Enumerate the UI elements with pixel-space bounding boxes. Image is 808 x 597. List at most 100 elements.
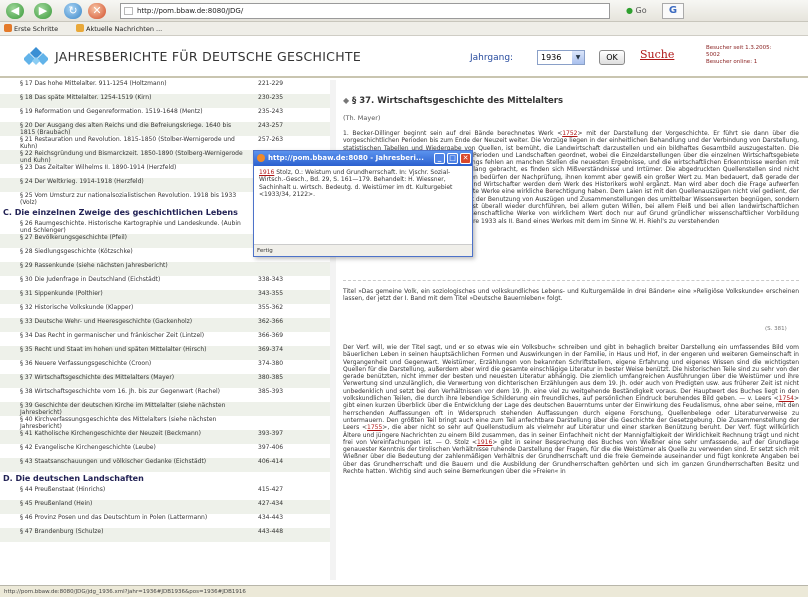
- toc-row-title[interactable]: § 36 Neuere Verfassungsgeschichte (Croon…: [20, 360, 245, 367]
- toc-row[interactable]: § 46 Provinz Posen und das Deutschtum in…: [0, 514, 336, 528]
- toc-row-title[interactable]: § 27 Bevölkerungsgeschichte (Pfeil): [20, 234, 245, 241]
- toc-row-title[interactable]: § 24 Der Weltkrieg. 1914-1918 (Herzfeld): [20, 178, 245, 185]
- toc-row-title[interactable]: § 35 Recht und Staat im hohen und späten…: [20, 346, 245, 353]
- toc-row-pages: 257-263: [258, 136, 284, 143]
- visitor-line: Besucher seit 1.3.2005:: [706, 45, 772, 51]
- close-button[interactable]: ✕: [460, 153, 471, 164]
- toc-row[interactable]: § 47 Brandenburg (Schulze) 443-448: [0, 528, 336, 542]
- toc-row-title[interactable]: § 31 Sippenkunde (Polthier): [20, 290, 245, 297]
- toc-row[interactable]: § 42 Evangelische Kirchengeschichte (Leu…: [0, 444, 336, 458]
- toc-row[interactable]: § 41 Katholische Kirchengeschichte der N…: [0, 430, 336, 444]
- chevron-down-icon: ▼: [572, 51, 584, 64]
- toc-row-pages: 230-235: [258, 94, 284, 101]
- toc-row-title[interactable]: § 44 Preußenstaat (Hinrichs): [20, 486, 245, 493]
- toc-row-title[interactable]: § 26 Raumgeschichte. Historische Kartogr…: [20, 220, 245, 234]
- toc-row[interactable]: § 35 Recht und Staat im hohen und späten…: [0, 346, 336, 360]
- visitor-counter: Besucher seit 1.3.2005: 5002 Besucher on…: [706, 45, 804, 66]
- toc-row[interactable]: § 31 Sippenkunde (Polthier) 343-355: [0, 290, 336, 304]
- ok-button[interactable]: OK: [599, 50, 625, 65]
- reference-link[interactable]: 1752: [562, 130, 577, 137]
- go-button[interactable]: ● Go: [626, 3, 647, 19]
- toc-row-pages: 362-366: [258, 318, 284, 325]
- forward-button[interactable]: ▶: [34, 3, 52, 19]
- toc-row-title[interactable]: § 20 Der Ausgang des alten Reichs und di…: [20, 122, 245, 136]
- firefox-icon: [4, 24, 12, 32]
- toc-row[interactable]: § 30 Die Judenfrage in Deutschland (Eich…: [0, 276, 336, 290]
- toc-row-title[interactable]: § 41 Katholische Kirchengeschichte der N…: [20, 430, 245, 437]
- toc-row-pages: 415-427: [258, 486, 284, 493]
- toc-row[interactable]: § 39 Geschichte der deutschen Kirche im …: [0, 402, 336, 416]
- maximize-button[interactable]: □: [447, 153, 458, 164]
- toc-row-title[interactable]: § 37 Wirtschaftsgeschichte des Mittelalt…: [20, 374, 245, 381]
- stop-button[interactable]: ✕: [88, 3, 106, 19]
- reload-button[interactable]: ↻: [64, 3, 82, 19]
- address-bar[interactable]: http://pom.bbaw.de:8080/JDG/: [120, 3, 610, 19]
- toc-row[interactable]: § 44 Preußenstaat (Hinrichs) 415-427: [0, 486, 336, 500]
- popup-titlebar[interactable]: http://pom.bbaw.de:8080 - Jahresberi... …: [254, 151, 472, 166]
- toc-row-title[interactable]: § 40 Kirchverfassungsgeschichte des Mitt…: [20, 416, 245, 430]
- toc-row-title[interactable]: § 22 Reichsgründung und Bismarckzeit. 18…: [20, 150, 245, 164]
- search-engine-icon[interactable]: G: [662, 3, 684, 19]
- toc-row[interactable]: § 40 Kirchverfassungsgeschichte des Mitt…: [0, 416, 336, 430]
- toc-row-pages: 385-393: [258, 388, 284, 395]
- toc-row-pages: 393-397: [258, 430, 284, 437]
- toc-row[interactable]: § 29 Rassenkunde (siehe nächsten Jahresb…: [0, 262, 336, 276]
- toc-row-title[interactable]: § 21 Restauration und Revolution. 1815-1…: [20, 136, 245, 150]
- popup-body: 1916 Stolz, O.: Weistum und Grundherrsch…: [254, 166, 472, 244]
- toc-row-title[interactable]: § 19 Reformation und Gegenreformation. 1…: [20, 108, 245, 115]
- toc-row[interactable]: § 19 Reformation und Gegenreformation. 1…: [0, 108, 336, 122]
- toc-row[interactable]: § 33 Deutsche Wehr- und Heeresgeschichte…: [0, 318, 336, 332]
- reference-link[interactable]: 1916: [259, 169, 274, 176]
- toc-row-title[interactable]: § 25 Vom Umsturz zur nationalsozialistis…: [20, 192, 245, 206]
- toc-row[interactable]: § 45 Preußenland (Hein) 427-434: [0, 500, 336, 514]
- reference-link[interactable]: 1754: [779, 395, 794, 402]
- toc-list-d: § 44 Preußenstaat (Hinrichs) 415-427 § 45 …: [0, 486, 336, 542]
- toc-row-title[interactable]: § 29 Rassenkunde (siehe nächsten Jahresb…: [20, 262, 245, 269]
- toc-row-pages: 443-448: [258, 528, 284, 535]
- site-header: JAHRESBERICHTE FÜR DEUTSCHE GESCHICHTE J…: [0, 37, 808, 78]
- toc-row[interactable]: § 32 Historische Volkskunde (Klapper) 355…: [0, 304, 336, 318]
- toc-row-title[interactable]: § 33 Deutsche Wehr- und Heeresgeschichte…: [20, 318, 245, 325]
- toc-row[interactable]: § 17 Das hohe Mittelalter. 911-1254 (Hol…: [0, 80, 336, 94]
- toc-row-pages: 343-355: [258, 290, 284, 297]
- toc-row[interactable]: § 34 Das Recht in germanischer und fränk…: [0, 332, 336, 346]
- toc-list-c: § 26 Raumgeschichte. Historische Kartogr…: [0, 220, 336, 472]
- toc-row-title[interactable]: § 47 Brandenburg (Schulze): [20, 528, 245, 535]
- minimize-button[interactable]: _: [434, 153, 445, 164]
- toc-row-title[interactable]: § 43 Staatsanschauungen und völkischer G…: [20, 458, 245, 465]
- toc-row-pages: 369-374: [258, 346, 284, 353]
- visitor-online: Besucher online: 1: [706, 59, 758, 65]
- toc-row-title[interactable]: § 23 Das Zeitalter Wilhelms II. 1890-191…: [20, 164, 245, 171]
- jahrgang-select[interactable]: 1936 ▼: [537, 50, 585, 65]
- toc-row-title[interactable]: § 46 Provinz Posen und das Deutschtum in…: [20, 514, 245, 521]
- toc-row-title[interactable]: § 32 Historische Volkskunde (Klapper): [20, 304, 245, 311]
- toc-row-pages: 434-443: [258, 514, 284, 521]
- reference-link[interactable]: 1755: [367, 424, 382, 431]
- toc-row-pages: 374-380: [258, 360, 284, 367]
- reference-link[interactable]: 1916: [477, 439, 492, 446]
- bookmark-item-erste[interactable]: Erste Schritte: [4, 22, 58, 36]
- toc-row-title[interactable]: § 17 Das hohe Mittelalter. 911-1254 (Hol…: [20, 80, 245, 87]
- toc-row[interactable]: § 43 Staatsanschauungen und völkischer G…: [0, 458, 336, 472]
- suche-link[interactable]: Suche: [640, 48, 674, 61]
- firefox-icon: [257, 154, 265, 162]
- toc-row[interactable]: § 36 Neuere Verfassungsgeschichte (Croon…: [0, 360, 336, 374]
- toc-row[interactable]: § 21 Restauration und Revolution. 1815-1…: [0, 136, 336, 150]
- bookmark-item-nachrichten[interactable]: Aktuelle Nachrichten ...: [76, 22, 162, 36]
- toc-row-pages: 406-414: [258, 458, 284, 465]
- toc-row[interactable]: § 37 Wirtschaftsgeschichte des Mittelalt…: [0, 374, 336, 388]
- back-button[interactable]: ◀: [6, 3, 24, 19]
- toc-row-title[interactable]: § 38 Wirtschaftsgeschichte vom 16. Jh. b…: [20, 388, 245, 395]
- popup-text: Stolz, O.: Weistum und Grundherrschaft. …: [259, 169, 453, 198]
- toc-row-title[interactable]: § 30 Die Judenfrage in Deutschland (Eich…: [20, 276, 245, 283]
- toc-row[interactable]: § 20 Der Ausgang des alten Reichs und di…: [0, 122, 336, 136]
- toc-row-title[interactable]: § 18 Das späte Mittelalter. 1254-1519 (K…: [20, 94, 245, 101]
- toc-row-title[interactable]: § 42 Evangelische Kirchengeschichte (Leu…: [20, 444, 245, 451]
- toc-row-title[interactable]: § 28 Siedlungsgeschichte (Kötzschke): [20, 248, 245, 255]
- toc-row[interactable]: § 18 Das späte Mittelalter. 1254-1519 (K…: [0, 94, 336, 108]
- toc-row-title[interactable]: § 34 Das Recht in germanischer und fränk…: [20, 332, 245, 339]
- toc-row-title[interactable]: § 45 Preußenland (Hein): [20, 500, 245, 507]
- toc-row[interactable]: § 38 Wirtschaftsgeschichte vom 16. Jh. b…: [0, 388, 336, 402]
- browser-toolbar: ◀ ▶ ↻ ✕ http://pom.bbaw.de:8080/JDG/ ● G…: [0, 0, 808, 22]
- toc-row-title[interactable]: § 39 Geschichte der deutschen Kirche im …: [20, 402, 245, 416]
